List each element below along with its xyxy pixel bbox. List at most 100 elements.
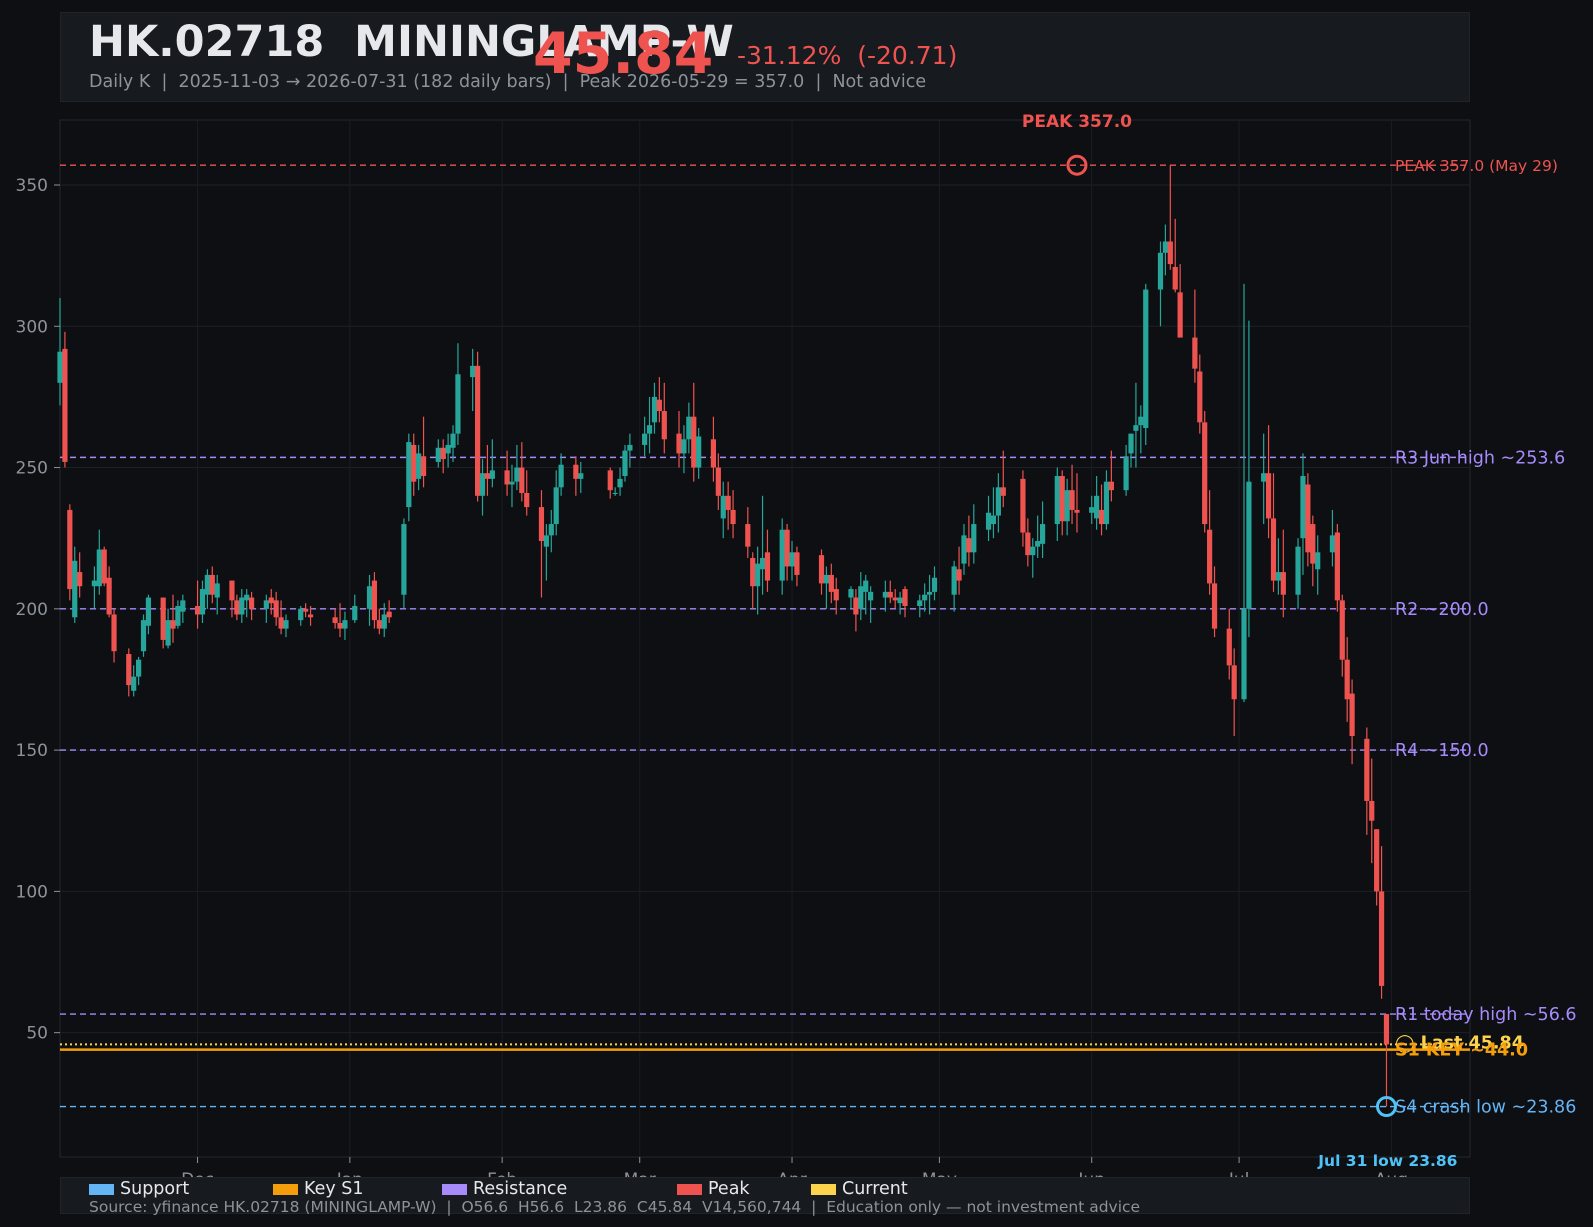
candle-body xyxy=(538,507,545,542)
grid xyxy=(59,119,1471,1158)
legend-swatch-support xyxy=(89,1183,114,1195)
candle-body xyxy=(170,620,176,629)
candle-body xyxy=(519,467,525,493)
candle-body xyxy=(1143,289,1149,428)
candle-body xyxy=(725,495,731,510)
candle-body xyxy=(239,597,245,615)
candle-body xyxy=(524,492,530,508)
candle-body xyxy=(1064,490,1070,522)
candle-body xyxy=(1383,1014,1390,1045)
candle-body xyxy=(91,580,97,587)
candle-body xyxy=(1094,495,1100,519)
candle-body xyxy=(794,552,800,575)
candle-body xyxy=(922,594,928,601)
candle-body xyxy=(62,348,68,462)
candle-body xyxy=(887,591,893,598)
candle-body xyxy=(180,600,186,612)
candle-body xyxy=(1226,628,1232,666)
candle-body xyxy=(828,574,834,592)
candle-body xyxy=(111,614,117,652)
candle-body xyxy=(961,535,967,564)
plot-area xyxy=(59,119,1471,1158)
level-label: S1 KEY ~44.0 xyxy=(1395,1041,1528,1061)
candle-body xyxy=(902,589,908,607)
candle-body xyxy=(303,608,309,612)
candle-body xyxy=(750,557,756,587)
candle-body xyxy=(1211,583,1218,629)
candle-body xyxy=(209,574,215,595)
candle-body xyxy=(1167,241,1173,265)
candle-body xyxy=(1192,337,1198,369)
candle-body xyxy=(420,456,427,477)
candle-body xyxy=(1364,738,1370,801)
legend-item-support: Support xyxy=(89,1179,189,1199)
candle-body xyxy=(479,473,486,496)
candle-body xyxy=(1241,608,1247,700)
candle-body xyxy=(77,572,83,587)
candle-body xyxy=(194,606,201,615)
candle-body xyxy=(553,487,559,525)
candle-body xyxy=(57,351,63,383)
candle-body xyxy=(543,535,549,547)
level-label: S4 crash low ~23.86 xyxy=(1395,1098,1576,1118)
candle-body xyxy=(504,470,510,485)
level-label: R3 Jun high ~253.6 xyxy=(1395,448,1565,468)
candle-body xyxy=(651,396,658,423)
candle-body xyxy=(160,597,166,640)
candle-body xyxy=(789,552,795,567)
candle-body xyxy=(681,439,687,454)
candle-body xyxy=(966,538,972,553)
candle-body xyxy=(995,487,1001,516)
candle-body xyxy=(307,614,314,618)
candle-body xyxy=(450,433,456,448)
candle-body xyxy=(140,620,147,652)
candle-body xyxy=(833,589,839,601)
candle-body xyxy=(1030,546,1036,556)
legend-swatch-key-s1 xyxy=(273,1183,298,1195)
legend: Support Key S1 Resistance Peak Current S… xyxy=(60,1177,1470,1216)
candle-body xyxy=(489,470,495,479)
candle-body xyxy=(514,467,520,482)
y-tick-label: 200 xyxy=(16,600,48,620)
candlestick-chart: PEAK 357.0 (May 29) R3 Jun high ~253.6 R2 … xyxy=(16,112,1577,1190)
candle-body xyxy=(67,509,73,590)
candle-body xyxy=(386,611,392,618)
candle-body xyxy=(1020,478,1026,533)
candle-body xyxy=(1339,600,1345,660)
legend-item-resistance: Resistance xyxy=(442,1179,567,1199)
candle-body xyxy=(853,597,859,615)
candle-body xyxy=(627,444,633,451)
candle-body xyxy=(1374,829,1380,892)
candle-body xyxy=(401,524,407,595)
candle-body xyxy=(366,586,373,609)
candle-body xyxy=(474,365,481,496)
candle-body xyxy=(1177,292,1183,338)
y-tick-label: 150 xyxy=(16,741,48,761)
candle-body xyxy=(1265,473,1272,519)
candle-body xyxy=(435,447,441,462)
candle-body xyxy=(1261,473,1267,482)
candle-body xyxy=(1202,422,1208,525)
candle-body xyxy=(229,580,235,601)
candle-body xyxy=(956,569,962,581)
legend-swatch-current xyxy=(811,1183,836,1195)
candle-body xyxy=(381,614,387,629)
candle-body xyxy=(1039,524,1046,544)
legend-swatch-resistance xyxy=(442,1183,467,1195)
candle-body xyxy=(298,608,304,621)
candle-body xyxy=(1172,266,1178,290)
candle-body xyxy=(470,365,476,378)
candle-body xyxy=(612,492,618,494)
candle-body xyxy=(126,654,132,686)
candle-body xyxy=(917,600,923,607)
candle-body xyxy=(1133,425,1139,431)
candle-body xyxy=(1098,509,1105,525)
y-tick-label: 350 xyxy=(16,176,48,196)
source-note: Source: yfinance HK.02718 (MININGLAMP-W)… xyxy=(89,1198,1141,1216)
candle-body xyxy=(234,600,240,615)
candle-body xyxy=(617,478,623,488)
candle-body xyxy=(730,509,736,525)
candle-body xyxy=(484,473,491,479)
candle-body xyxy=(985,512,992,530)
candle-body xyxy=(686,416,692,440)
